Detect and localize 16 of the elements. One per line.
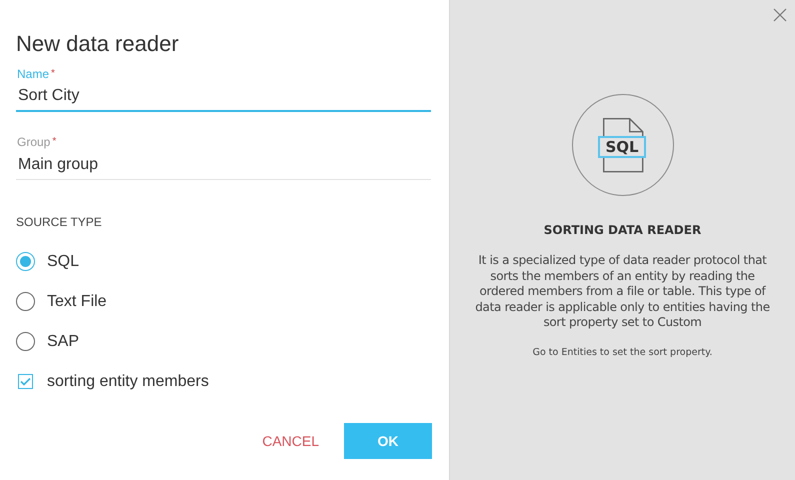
info-description: It is a specialized type of data reader protocol that sorts the members of an entity by reading the ordered members from a file or table. This type of data reader is applicable only to entities having the sort property set to Custom <box>474 253 771 330</box>
section-heading: SOURCE TYPE <box>16 214 102 231</box>
field-label: Name * <box>17 66 55 82</box>
info-title: SORTING DATA READER <box>544 222 702 239</box>
text-field[interactable]: Sort City <box>16 82 431 112</box>
field-label: Group * <box>17 134 56 150</box>
info-note: Go to Entities to set the sort property. <box>532 346 712 360</box>
radio-option[interactable]: Text File <box>16 290 107 313</box>
checkbox-option[interactable]: sorting entity members <box>18 370 209 393</box>
close-icon[interactable] <box>773 8 787 22</box>
radio-option[interactable]: SAP <box>16 330 80 353</box>
document-badge-icon: SQL <box>572 94 674 196</box>
dialog-title: New data reader <box>16 30 179 58</box>
cancel-button[interactable]: CANCEL <box>261 423 320 459</box>
radio-option[interactable]: SQL <box>16 250 80 273</box>
text-field[interactable]: Main group <box>16 150 431 180</box>
